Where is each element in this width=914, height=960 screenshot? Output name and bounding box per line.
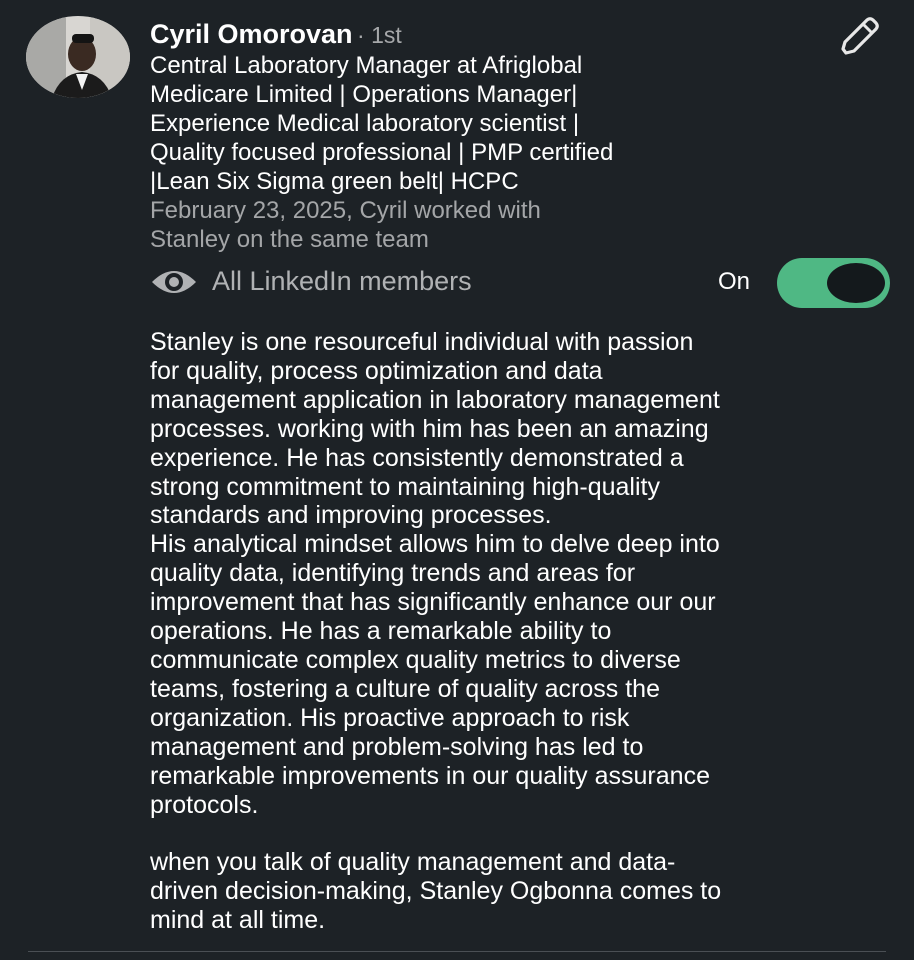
divider — [28, 951, 886, 952]
visibility-setting: All LinkedIn members On — [150, 258, 890, 308]
text-line: Stanley is one resourceful individual wi… — [150, 328, 694, 356]
headline-line: Experience Medical laboratory scientist … — [150, 110, 580, 137]
recommendation-text: Stanley is one resourceful individual wi… — [150, 328, 890, 935]
avatar[interactable] — [26, 16, 130, 98]
text-line: communicate complex quality metrics to d… — [150, 645, 681, 674]
text-line: experience. He has consistently demonstr… — [150, 443, 684, 472]
text-line: His analytical mindset allows him to del… — [150, 530, 720, 559]
text-line: standards and improving processes. — [150, 501, 552, 530]
text-line: management and problem-solving has led t… — [150, 732, 644, 761]
text-line: when you talk of quality management and … — [150, 848, 676, 877]
headline-line: Quality focused professional | PMP certi… — [150, 139, 614, 166]
relationship-meta: February 23, 2025, Cyril worked with Sta… — [150, 196, 830, 254]
pencil-icon — [841, 17, 879, 55]
text-line: operations. He has a remarkable ability … — [150, 617, 612, 646]
meta-line: Stanley on the same team — [150, 226, 429, 253]
eye-icon — [152, 271, 196, 293]
text-line: remarkable improvements in our quality a… — [150, 761, 710, 790]
text-line: quality data, identifying trends and are… — [150, 559, 636, 588]
toggle-state-label: On — [718, 268, 751, 295]
meta-line: February 23, 2025, Cyril worked with — [150, 197, 541, 224]
toggle-knob — [827, 263, 885, 303]
visibility-toggle[interactable] — [777, 258, 890, 308]
recommender-headline: Central Laboratory Manager at Afriglobal… — [150, 51, 830, 196]
text-line: mind at all time. — [150, 906, 326, 935]
text-line: improvement that has significantly enhan… — [150, 588, 716, 617]
text-line: management application in laboratory man… — [150, 385, 720, 414]
recommender-header: Cyril Omorovan · 1st Central Laboratory … — [150, 18, 830, 254]
text-line: processes. working with him has been an … — [150, 414, 709, 443]
text-line: for quality, process optimization and da… — [150, 356, 603, 385]
edit-button[interactable] — [832, 14, 884, 58]
profile-photo — [26, 16, 130, 98]
text-line: strong commitment to maintaining high-qu… — [150, 472, 660, 501]
headline-line: Medicare Limited | Operations Manager| — [150, 81, 578, 108]
headline-line: Central Laboratory Manager at Afriglobal — [150, 52, 583, 79]
recommender-name[interactable]: Cyril Omorovan — [150, 19, 353, 49]
visibility-label: All LinkedIn members — [212, 266, 472, 296]
text-line: teams, fostering a culture of quality ac… — [150, 674, 660, 703]
connection-degree: · 1st — [357, 22, 402, 48]
headline-line: |Lean Six Sigma green belt| HCPC — [150, 168, 519, 195]
text-line: protocols. — [150, 790, 259, 819]
text-line: driven decision-making, Stanley Ogbonna … — [150, 877, 722, 906]
text-line: organization. His proactive approach to … — [150, 703, 630, 732]
